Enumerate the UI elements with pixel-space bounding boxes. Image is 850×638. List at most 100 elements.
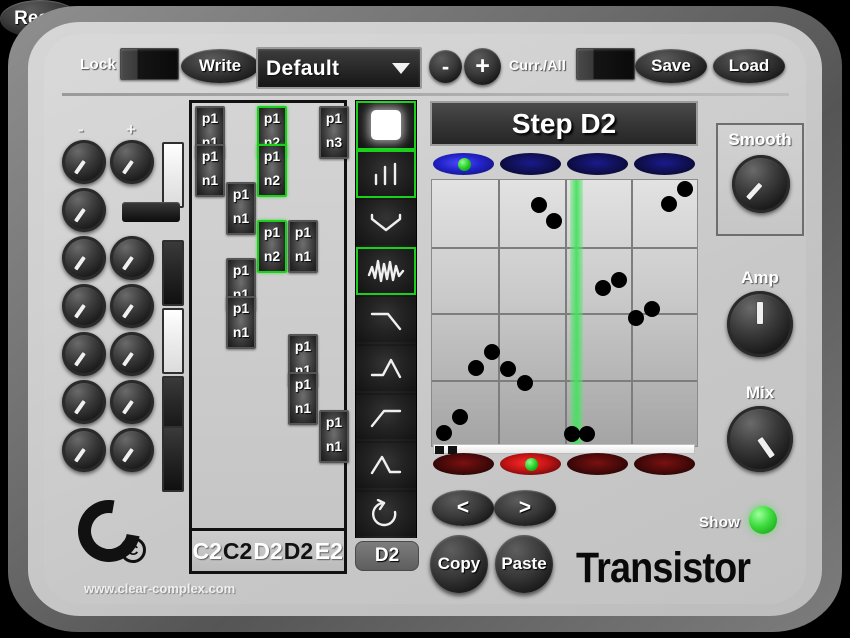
amp-knob[interactable] bbox=[722, 291, 798, 357]
mode-button-rising-ramp[interactable] bbox=[356, 392, 416, 442]
grid-point[interactable] bbox=[677, 181, 694, 198]
grid-point[interactable] bbox=[435, 424, 452, 441]
mode-button-v-shape[interactable] bbox=[356, 198, 416, 247]
led-bottom-0[interactable] bbox=[433, 453, 494, 475]
knob-pointer bbox=[74, 304, 86, 320]
preset-decrement-button[interactable]: - bbox=[429, 50, 462, 83]
step-matrix[interactable]: p1 n1 p1 n2 p1 n3 p1 n1 p1 n2 p1 n1 p1 n2 p1 n1 p1 n1 p1 n1… bbox=[189, 100, 349, 574]
knob-minus-3[interactable] bbox=[57, 284, 111, 328]
note-label[interactable]: C2 bbox=[222, 538, 252, 565]
amp-knob-label: Amp bbox=[741, 268, 779, 287]
led-top-1[interactable] bbox=[500, 153, 561, 175]
grid-point[interactable] bbox=[579, 426, 596, 443]
led-bottom-3[interactable] bbox=[634, 453, 695, 475]
step-pill-button[interactable]: D2 bbox=[355, 541, 419, 571]
knob-plus-6[interactable] bbox=[105, 428, 159, 472]
knob-pointer bbox=[122, 448, 134, 464]
paste-button[interactable]: Paste bbox=[495, 535, 553, 593]
knob-pointer bbox=[122, 160, 134, 176]
grid-point[interactable] bbox=[545, 213, 562, 230]
knob-minus-4[interactable] bbox=[57, 332, 111, 376]
led-active-dot bbox=[524, 458, 538, 471]
matrix-cell[interactable]: p1 n1 bbox=[195, 144, 225, 197]
matrix-cell[interactable]: p1 n1 bbox=[226, 296, 256, 349]
v-shape-icon bbox=[368, 210, 404, 234]
knob-plus-2[interactable] bbox=[105, 236, 159, 280]
knob-minus-1[interactable] bbox=[57, 188, 111, 232]
matrix-cell[interactable]: p1 n2 bbox=[257, 144, 287, 197]
knob-plus-4[interactable] bbox=[105, 332, 159, 376]
copy-button[interactable]: Copy bbox=[430, 535, 488, 593]
next-button[interactable]: > bbox=[494, 490, 556, 526]
grid-point[interactable] bbox=[610, 271, 627, 288]
mix-knob[interactable] bbox=[722, 406, 798, 472]
matrix-cell[interactable]: p1 n2 bbox=[257, 220, 287, 273]
grid-point[interactable] bbox=[661, 195, 678, 212]
strip-0-on[interactable] bbox=[162, 142, 184, 208]
preset-increment-button[interactable]: + bbox=[464, 48, 501, 85]
knob-minus-6[interactable] bbox=[57, 428, 111, 472]
mode-button-undo-arrow[interactable] bbox=[356, 489, 416, 539]
mode-button-triangle-peak[interactable] bbox=[356, 441, 416, 490]
mode-button-peak-up[interactable] bbox=[356, 343, 416, 393]
grid-point[interactable] bbox=[531, 197, 548, 214]
grid-point[interactable] bbox=[483, 343, 500, 360]
write-button[interactable]: Write bbox=[181, 49, 259, 83]
grid-point[interactable] bbox=[628, 310, 645, 327]
matrix-cell-top: p1 bbox=[263, 148, 281, 164]
noise-waveform-icon bbox=[366, 257, 406, 285]
matrix-cell-top: p1 bbox=[263, 110, 281, 126]
knob-plus-0[interactable] bbox=[105, 140, 159, 184]
site-url: www.clear-complex.com bbox=[84, 581, 236, 596]
curr-all-toggle[interactable] bbox=[576, 48, 635, 80]
triangle-peak-icon bbox=[368, 452, 404, 478]
led-bottom-1[interactable] bbox=[500, 453, 561, 475]
white-square-icon bbox=[371, 110, 401, 141]
grid-point[interactable] bbox=[516, 375, 533, 392]
led-top-2[interactable] bbox=[567, 153, 628, 175]
note-label[interactable]: C2 bbox=[192, 538, 222, 565]
knob-plus-5[interactable] bbox=[105, 380, 159, 424]
matrix-cell[interactable]: p1 n1 bbox=[288, 220, 318, 273]
grid-point[interactable] bbox=[451, 408, 468, 425]
led-top-0[interactable] bbox=[433, 153, 494, 175]
knob-plus-3[interactable] bbox=[105, 284, 159, 328]
knob-minus-0[interactable] bbox=[57, 140, 111, 184]
knob-minus-2[interactable] bbox=[57, 236, 111, 280]
matrix-cell[interactable]: p1 n1 bbox=[226, 182, 256, 235]
matrix-cell[interactable]: p1 n1 bbox=[288, 372, 318, 425]
mode-button-bars[interactable] bbox=[356, 149, 416, 199]
grid-point[interactable] bbox=[594, 279, 611, 296]
grid-point[interactable] bbox=[467, 359, 484, 376]
load-button[interactable]: Load bbox=[713, 49, 785, 83]
strip-1-off[interactable] bbox=[122, 202, 180, 222]
mode-column bbox=[355, 100, 417, 539]
brand-name: Transistor bbox=[576, 544, 751, 592]
matrix-cell-bottom: n1 bbox=[201, 172, 219, 188]
note-label[interactable]: D2 bbox=[253, 538, 283, 565]
lock-toggle[interactable] bbox=[120, 48, 179, 80]
matrix-cell[interactable]: p1 n1 bbox=[319, 410, 349, 463]
grid-point[interactable] bbox=[643, 301, 660, 317]
mode-button-falling-ramp[interactable] bbox=[356, 295, 416, 344]
led-bottom-2[interactable] bbox=[567, 453, 628, 475]
note-label[interactable]: E2 bbox=[314, 538, 344, 565]
save-button-label: Save bbox=[651, 56, 691, 75]
strip-6-off[interactable] bbox=[162, 426, 184, 492]
strip-2-off[interactable] bbox=[162, 240, 184, 306]
matrix-cell[interactable]: p1 n3 bbox=[319, 106, 349, 159]
knob-minus-5[interactable] bbox=[57, 380, 111, 424]
mode-button-noise-waveform[interactable] bbox=[356, 246, 416, 296]
grid-point[interactable] bbox=[499, 360, 516, 377]
previous-button[interactable]: < bbox=[432, 490, 494, 526]
led-row-bottom bbox=[433, 453, 695, 475]
scatter-grid[interactable] bbox=[431, 179, 698, 447]
preset-select[interactable]: Default bbox=[256, 47, 422, 89]
note-label[interactable]: D2 bbox=[283, 538, 313, 565]
strip-3-on[interactable] bbox=[162, 308, 184, 374]
save-button[interactable]: Save bbox=[635, 49, 707, 83]
mode-button-white-square[interactable] bbox=[356, 101, 416, 150]
smooth-knob[interactable] bbox=[727, 155, 795, 213]
led-top-3[interactable] bbox=[634, 153, 695, 175]
knob-pointer bbox=[746, 182, 763, 200]
